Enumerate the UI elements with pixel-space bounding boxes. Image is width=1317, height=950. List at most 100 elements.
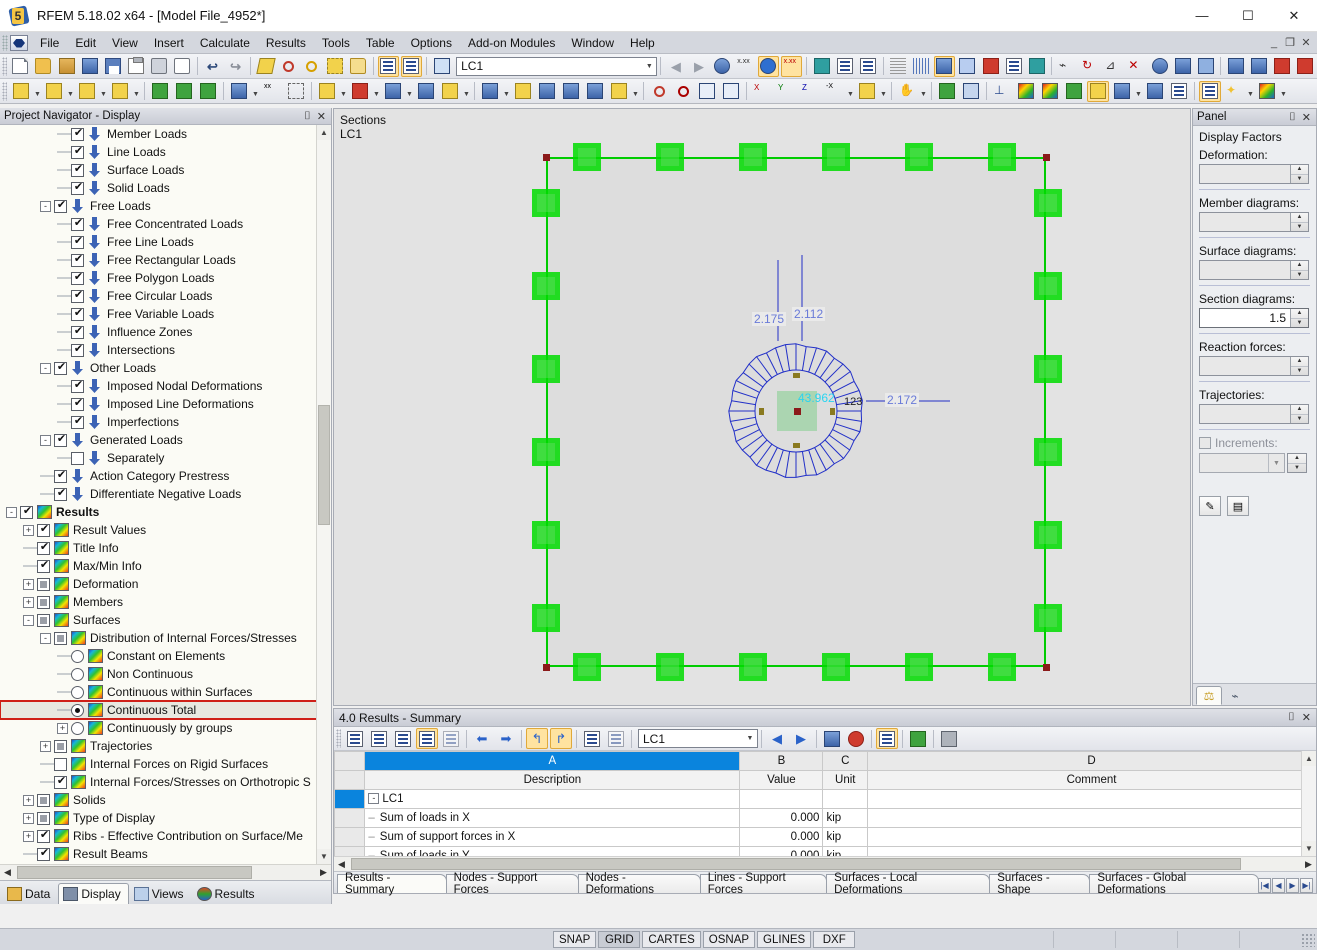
show-tables-icon[interactable] [377, 55, 399, 77]
tree-item-continuous-total[interactable]: Continuous Total [0, 700, 331, 720]
expand-icon[interactable]: + [23, 596, 34, 608]
menu-item-results[interactable]: Results [258, 34, 314, 52]
checkbox-checked[interactable] [71, 324, 85, 339]
cell-value[interactable]: 0.000 [739, 846, 824, 856]
scroll-down-icon[interactable]: ▼ [317, 849, 331, 864]
zoom-icon[interactable] [278, 56, 299, 77]
hscroll-right-icon[interactable]: ▶ [316, 867, 331, 878]
view-axis-x-icon[interactable]: X [751, 81, 773, 102]
load-case-combo[interactable]: LC1 ▼ [456, 56, 658, 76]
checkbox-checked[interactable] [54, 432, 68, 447]
delete-icon[interactable]: ✕ [1126, 56, 1147, 77]
checkbox-checked[interactable] [71, 378, 85, 393]
table-prev-icon[interactable]: ⬅ [471, 728, 493, 749]
checkbox-checked[interactable] [71, 144, 85, 159]
open-model-icon[interactable] [79, 56, 100, 77]
magic-wand-dropdown-icon[interactable]: ▼ [1246, 81, 1255, 102]
tree-item-imposed-line-deformations[interactable]: Imposed Line Deformations [0, 395, 331, 413]
checkbox-checked[interactable] [54, 486, 68, 501]
clipboard-icon[interactable] [125, 56, 146, 77]
resize-grip[interactable] [1301, 932, 1315, 947]
checkbox-checked[interactable] [71, 342, 85, 357]
new-surface-icon[interactable] [109, 81, 131, 102]
result-filter-icon[interactable] [1063, 81, 1085, 102]
panel-pin-button[interactable]: ⌷ [1289, 111, 1296, 124]
results-grid[interactable]: A B C D Description Value Unit Comment -… [334, 751, 1316, 856]
prev-case-icon[interactable]: ◀ [665, 56, 686, 77]
reaction-forces-factor-down-icon[interactable]: ▼ [1291, 365, 1308, 376]
nodal-load-icon[interactable] [316, 81, 338, 102]
annotation-icon[interactable]: xx [261, 81, 283, 102]
tree-item-differentiate-negative-loads[interactable]: Differentiate Negative Loads [0, 485, 331, 503]
checkbox-checked[interactable] [71, 270, 85, 285]
tree-item-internal-forces-stresses-on-orthotropic-s[interactable]: Internal Forces/Stresses on Orthotropic … [0, 773, 331, 791]
tree-item-free-loads[interactable]: - Free Loads [0, 197, 331, 215]
increments-checkbox[interactable] [1199, 437, 1211, 449]
sidebar-item-data[interactable]: Data [2, 883, 58, 904]
tree-item-continuous-within-surfaces[interactable]: Continuous within Surfaces [0, 683, 331, 701]
tree-item-surfaces[interactable]: - Surfaces [0, 611, 331, 629]
cell-comment[interactable] [867, 827, 1316, 847]
checkbox-checked[interactable] [37, 522, 51, 537]
table-toolbar-grip[interactable] [336, 729, 341, 748]
free-load-dropdown-icon[interactable]: ▼ [462, 81, 471, 102]
status-toggle-cartes[interactable]: CARTES [642, 931, 701, 948]
tree-item-free-line-loads[interactable]: Free Line Loads [0, 233, 331, 251]
toolbar-grip-2[interactable] [2, 81, 7, 101]
reaction-forces-factor[interactable]: ▲ ▼ [1199, 356, 1309, 376]
view-axis-dropdown-icon[interactable]: ▼ [846, 81, 855, 102]
hscroll-left-icon[interactable]: ◀ [0, 867, 15, 878]
row-header-cell[interactable] [334, 789, 366, 809]
cell-unit[interactable]: kip [822, 846, 869, 856]
result-values-icon[interactable] [712, 56, 733, 77]
sidebar-item-views[interactable]: Views [129, 883, 192, 904]
menu-item-table[interactable]: Table [358, 34, 403, 52]
navigator-horizontal-scrollbar[interactable]: ◀ ▶ [0, 864, 331, 880]
grid-horizontal-scrollbar[interactable]: ◀ ▶ [334, 856, 1316, 871]
cell-value[interactable] [739, 789, 824, 809]
checkbox-checked[interactable] [37, 846, 51, 861]
tree-item-imposed-nodal-deformations[interactable]: Imposed Nodal Deformations [0, 377, 331, 395]
table-row[interactable]: – Sum of loads in Y 0.000 kip [334, 846, 1316, 856]
status-toggle-osnap[interactable]: OSNAP [702, 931, 756, 948]
cell-description[interactable]: – Sum of loads in Y [364, 846, 741, 856]
tree-item-free-concentrated-loads[interactable]: Free Concentrated Loads [0, 215, 331, 233]
settings-icon[interactable] [1172, 56, 1193, 77]
tab-surfaces-local-deformations[interactable]: Surfaces - Local Deformations [826, 872, 991, 896]
checkbox-checked[interactable] [71, 162, 85, 177]
checkbox-checked[interactable] [71, 396, 85, 411]
new-line-icon[interactable] [43, 81, 65, 102]
center-node[interactable] [794, 408, 801, 415]
checkbox-partial[interactable] [37, 577, 50, 591]
surface-diagrams-factor[interactable]: ▲ ▼ [1199, 260, 1309, 280]
navigator-scroll-thumb[interactable] [318, 405, 330, 525]
checkbox-checked[interactable] [71, 234, 85, 249]
menu-app-icon[interactable] [10, 34, 28, 51]
navigator-close-button[interactable]: ✕ [317, 110, 326, 123]
expand-icon[interactable]: + [23, 794, 34, 806]
checkbox-checked[interactable] [71, 180, 85, 195]
increments-combo[interactable]: ▼ [1199, 453, 1285, 473]
tree-item-deformation[interactable]: + Deformation [0, 575, 331, 593]
sidebar-item-results[interactable]: Results [192, 883, 263, 904]
tree-item-free-rectangular-loads[interactable]: Free Rectangular Loads [0, 251, 331, 269]
menu-item-view[interactable]: View [104, 34, 146, 52]
ring-node-left[interactable] [759, 408, 764, 415]
tree-item-line-loads[interactable]: Line Loads [0, 143, 331, 161]
tree-item-members[interactable]: + Members [0, 593, 331, 611]
move-object-icon[interactable] [512, 81, 534, 102]
cell-comment[interactable] [867, 846, 1316, 856]
expand-icon[interactable]: + [40, 740, 51, 752]
panel-close-button[interactable]: ✕ [1302, 111, 1311, 124]
selection-box-icon[interactable] [285, 81, 307, 102]
expand-icon[interactable]: + [23, 524, 34, 536]
mdi-restore-button[interactable]: ❐ [1283, 36, 1297, 50]
surface-load-icon[interactable] [382, 81, 404, 102]
copy-object-icon[interactable] [479, 81, 501, 102]
table-case-prev-icon[interactable]: ◀ [766, 728, 788, 749]
table-report-icon[interactable] [876, 728, 898, 749]
row-header-cell[interactable] [334, 827, 366, 847]
show-results-icon[interactable] [757, 55, 780, 77]
expand-icon[interactable]: + [23, 830, 34, 842]
window-maximize-button[interactable]: ☐ [1225, 0, 1271, 32]
